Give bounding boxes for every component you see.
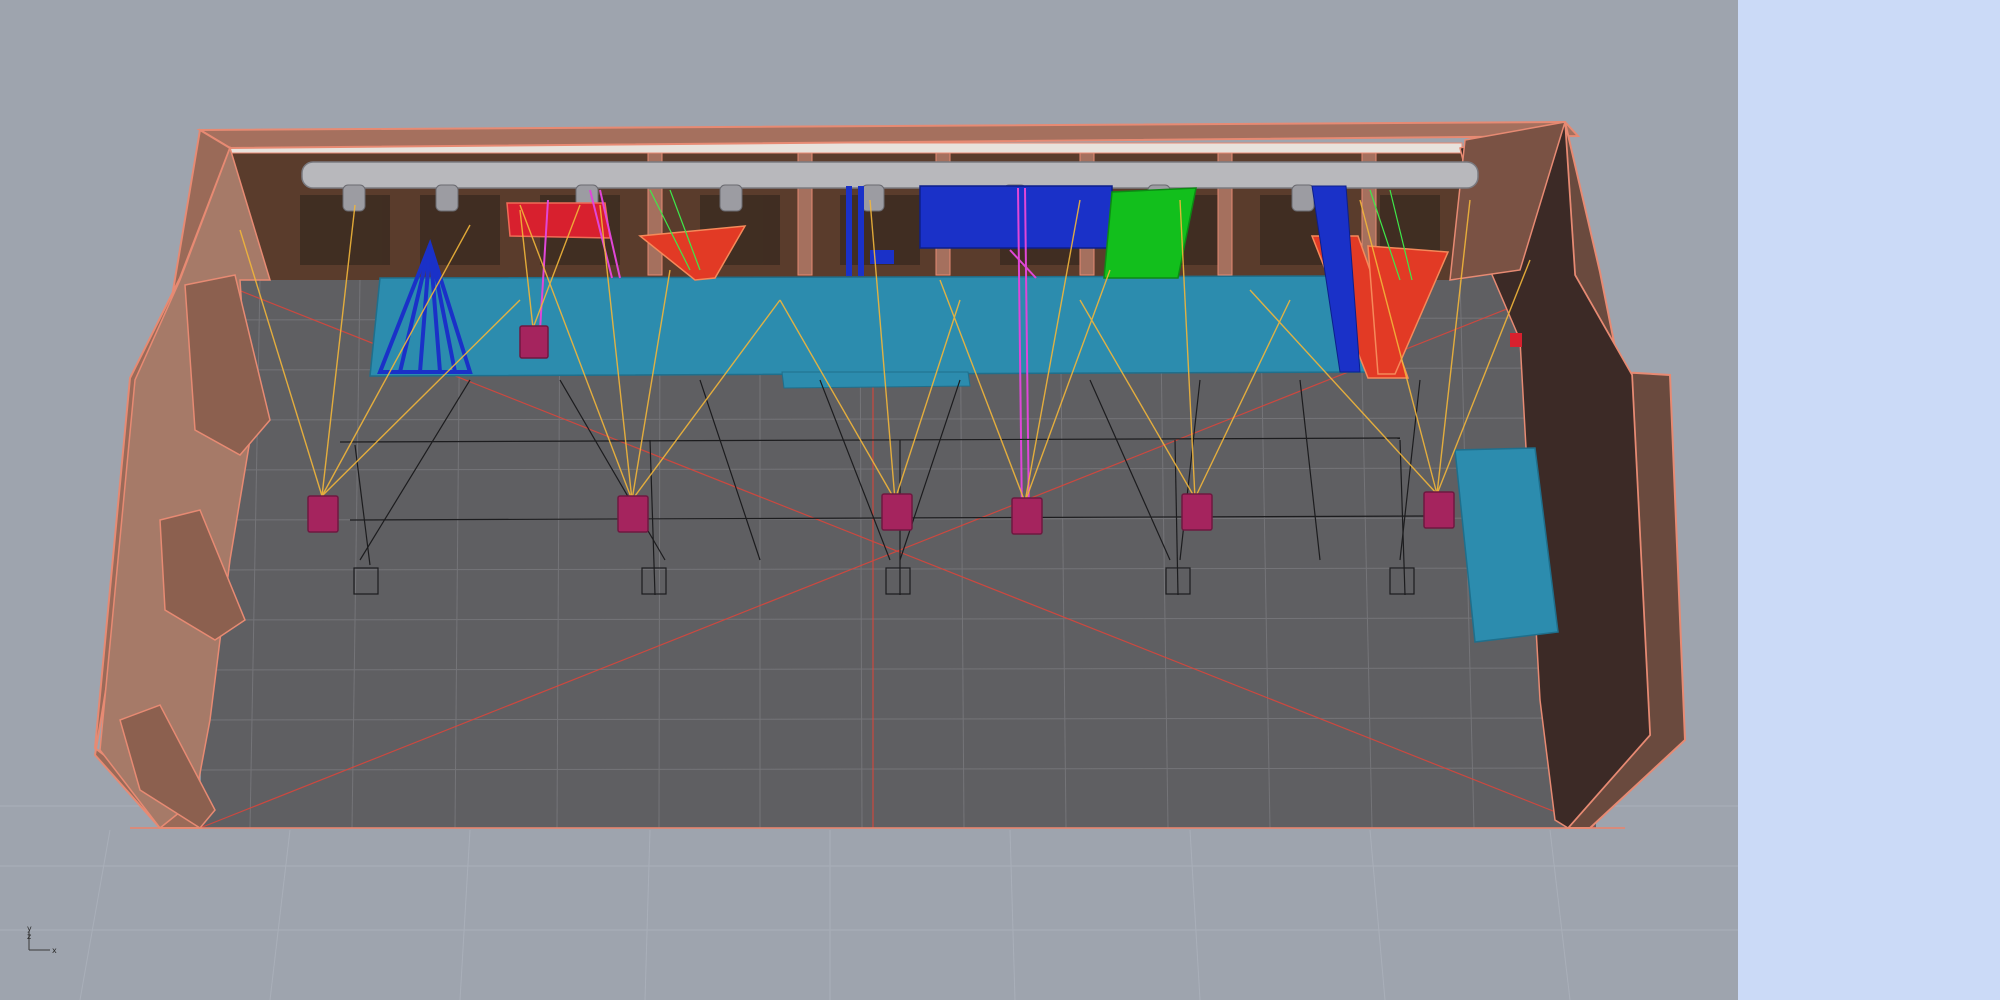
scene-render <box>0 120 1738 1000</box>
perspective-viewport[interactable]: y z x <box>0 0 1738 1000</box>
construction-grid <box>0 805 1738 1000</box>
lighting-truss[interactable] <box>301 161 1479 189</box>
cad-application-window: y z x <box>0 0 2000 1000</box>
red-marker-right[interactable] <box>1510 333 1522 347</box>
axis-x-label: x <box>52 946 57 955</box>
axis-z-label: z <box>27 932 31 941</box>
stage-platform-step[interactable] <box>781 371 971 389</box>
side-panel <box>1738 0 2000 1000</box>
axis-gizmo-icon: y z x <box>26 924 66 955</box>
blue-screen[interactable] <box>919 185 1113 249</box>
